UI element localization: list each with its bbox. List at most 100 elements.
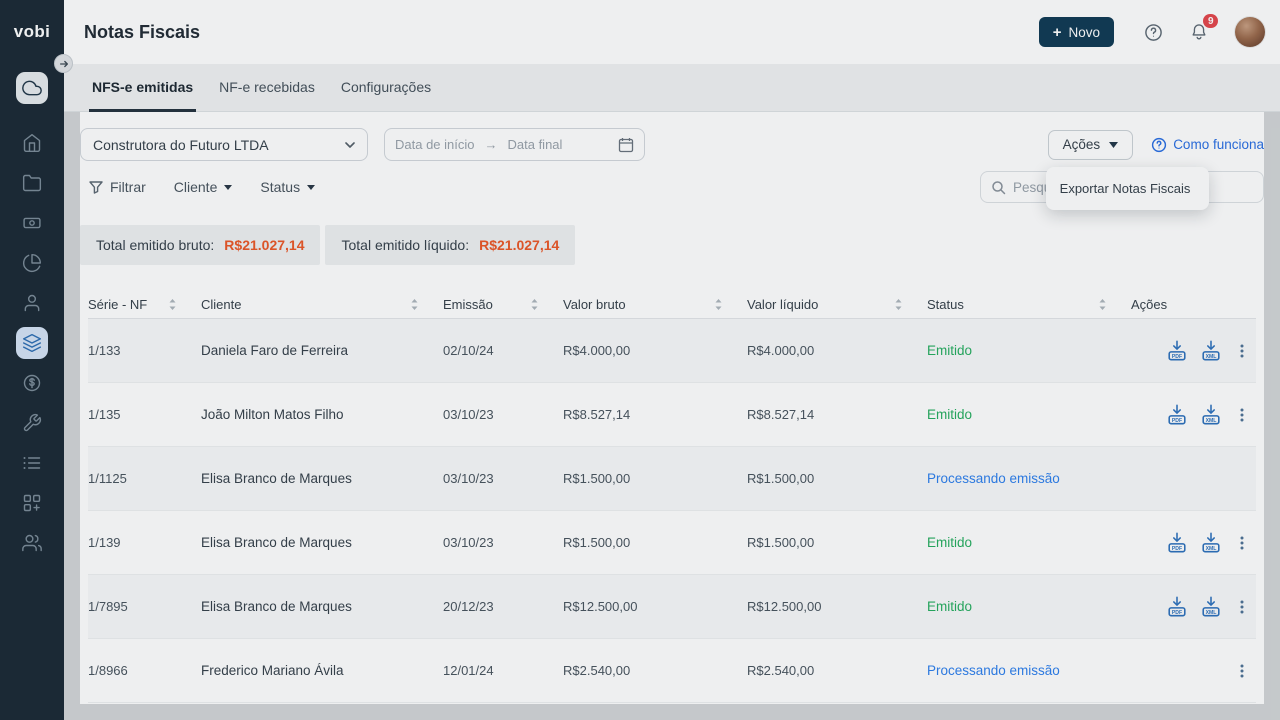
col-serie-nf[interactable]: Série - NF [88,297,201,312]
cell-serie: 1/8966 [88,663,201,678]
cloud-icon [22,78,42,98]
sort-icon [894,298,903,311]
invoices-table: Série - NF Cliente Emissão Valor bruto V… [80,291,1264,703]
cell-serie: 1/135 [88,407,201,422]
how-it-works-label: Como funciona [1173,137,1264,152]
sidebar-item-crm[interactable] [16,287,48,319]
sort-icon [168,298,177,311]
cell-valor-liquido: R$2.540,00 [747,663,927,678]
cell-serie: 1/133 [88,343,201,358]
notification-badge: 9 [1203,14,1218,28]
sidebar-item-notas-fiscais[interactable] [16,327,48,359]
invoices-panel: Construtora do Futuro LTDA Data de iníci… [80,112,1264,704]
sidebar-nav [0,64,64,567]
col-status[interactable]: Status [927,297,1131,312]
date-start-placeholder: Data de início [395,137,475,152]
table-body: 1/133 Daniela Faro de Ferreira 02/10/24 … [88,319,1256,703]
col-valor-bruto[interactable]: Valor bruto [563,297,747,312]
table-row: 1/8966 Frederico Mariano Ávila 12/01/24 … [88,639,1256,703]
sidebar-item-reports[interactable] [16,247,48,279]
row-menu-icon[interactable] [1234,535,1250,551]
client-filter[interactable]: Cliente [174,179,233,195]
download-xml-icon[interactable]: XML [1200,595,1222,618]
sidebar-item-apps[interactable] [16,487,48,519]
date-end-placeholder: Data final [508,137,563,152]
cell-valor-liquido: R$8.527,14 [747,407,927,422]
row-menu-icon[interactable] [1234,663,1250,679]
status-filter[interactable]: Status [260,179,315,195]
cell-valor-bruto: R$12.500,00 [563,599,747,614]
actions-button-label: Ações [1063,137,1101,152]
funnel-icon [89,181,103,194]
download-pdf-icon[interactable]: PDF [1166,531,1188,554]
table-row: 1/1125 Elisa Branco de Marques 03/10/23 … [88,447,1256,511]
notifications-button[interactable]: 9 [1189,22,1209,42]
sidebar-item-projects[interactable] [16,167,48,199]
download-xml-icon[interactable]: XML [1200,339,1222,362]
cell-valor-bruto: R$1.500,00 [563,535,747,550]
total-net: Total emitido líquido: R$21.027,14 [325,225,575,265]
date-range-picker[interactable]: Data de início → Data final [384,128,645,161]
download-pdf-icon[interactable]: PDF [1166,403,1188,426]
sort-icon [410,298,419,311]
download-xml-icon[interactable]: XML [1200,531,1222,554]
payments-icon [22,213,42,233]
row-menu-icon[interactable] [1234,407,1250,423]
menu-item-exportar-notas-fiscais[interactable]: Exportar Notas Fiscais [1046,171,1209,206]
sidebar-item-payments[interactable] [16,207,48,239]
tab-nfe-recebidas[interactable]: NF-e recebidas [216,64,318,112]
cell-cliente: Elisa Branco de Marques [201,599,443,614]
cell-valor-bruto: R$2.540,00 [563,663,747,678]
sidebar-item-tasks[interactable] [16,447,48,479]
sidebar-expand-button[interactable] [54,54,73,73]
dollar-icon [22,373,42,393]
client-filter-label: Cliente [174,179,218,195]
sidebar-item-home[interactable] [16,127,48,159]
col-cliente[interactable]: Cliente [201,297,443,312]
download-pdf-icon[interactable]: PDF [1166,339,1188,362]
avatar[interactable] [1235,17,1265,47]
help-button[interactable] [1144,23,1163,42]
sidebar-item-tools[interactable] [16,407,48,439]
vobi-logo: vobi [0,0,64,64]
list-icon [22,453,42,473]
cell-emissao: 12/01/24 [443,663,563,678]
help-icon [1144,23,1163,42]
filter-label: Filtrar [110,179,146,195]
download-xml-icon[interactable]: XML [1200,403,1222,426]
sidebar-item-services[interactable] [16,72,48,104]
layers-icon [22,333,42,353]
actions-button[interactable]: Ações [1048,130,1134,160]
cell-valor-liquido: R$1.500,00 [747,471,927,486]
sidebar-item-team[interactable] [16,527,48,559]
download-pdf-icon[interactable]: PDF [1166,595,1188,618]
caret-down-icon [307,185,315,190]
sidebar-item-finance[interactable] [16,367,48,399]
col-emissao[interactable]: Emissão [443,297,563,312]
filter-button[interactable]: Filtrar [89,179,146,195]
tab-bar: NFS-e emitidas NF-e recebidas Configuraç… [80,64,1264,112]
tool-icon [22,413,42,433]
new-button[interactable]: + Novo [1039,17,1114,47]
svg-text:XML: XML [1206,546,1217,552]
row-menu-icon[interactable] [1234,599,1250,615]
col-valor-liquido[interactable]: Valor líquido [747,297,927,312]
user-icon [22,293,42,313]
chevron-down-icon [345,142,355,148]
page-title: Notas Fiscais [84,22,200,43]
caret-down-icon [1109,142,1118,148]
row-menu-icon[interactable] [1234,343,1250,359]
cell-cliente: João Milton Matos Filho [201,407,443,422]
total-gross-value: R$21.027,14 [224,237,304,253]
cell-valor-liquido: R$1.500,00 [747,535,927,550]
plus-icon: + [1053,25,1062,40]
status-badge: Processando emissão [927,663,1060,678]
total-gross-label: Total emitido bruto: [96,237,214,253]
table-row: 1/139 Elisa Branco de Marques 03/10/23 R… [88,511,1256,575]
cell-serie: 1/139 [88,535,201,550]
arrow-right-icon: → [485,137,498,152]
company-select[interactable]: Construtora do Futuro LTDA [80,128,368,161]
tab-configuracoes[interactable]: Configurações [338,64,434,112]
how-it-works-link[interactable]: Como funciona [1151,137,1264,153]
tab-nfse-emitidas[interactable]: NFS-e emitidas [89,64,196,112]
